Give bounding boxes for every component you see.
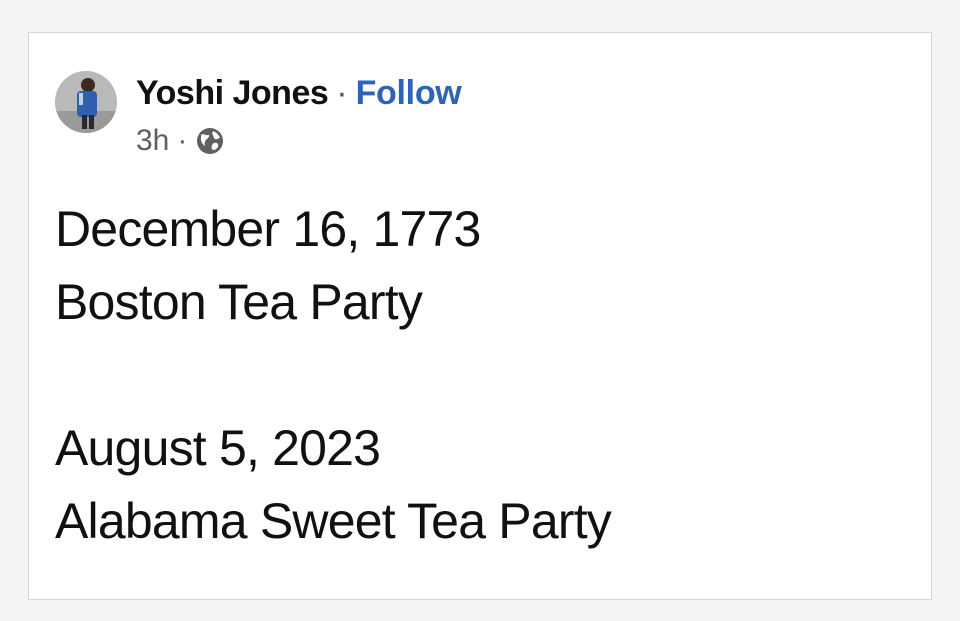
globe-icon[interactable] [195,126,225,156]
avatar-photo [55,71,117,133]
post-text: December 16, 1773 Boston Tea Party Augus… [55,193,905,558]
header-separator: · [336,73,348,112]
post-timestamp[interactable]: 3h [136,124,169,158]
post-text-line: Alabama Sweet Tea Party [55,493,612,549]
post-meta: 3h · [136,121,225,161]
post-text-line: Boston Tea Party [55,274,423,330]
post-header: Yoshi Jones · Follow [136,71,462,115]
post-text-spacer [55,339,905,412]
follow-button[interactable]: Follow [356,74,462,113]
author-name[interactable]: Yoshi Jones [136,74,329,113]
avatar[interactable] [55,71,117,133]
post-text-line: December 16, 1773 [55,201,481,257]
meta-separator: · [177,124,188,157]
page: Yoshi Jones · Follow 3h · December 16, 1… [0,0,960,621]
post-card: Yoshi Jones · Follow 3h · December 16, 1… [28,32,932,600]
post-text-line: August 5, 2023 [55,420,381,476]
